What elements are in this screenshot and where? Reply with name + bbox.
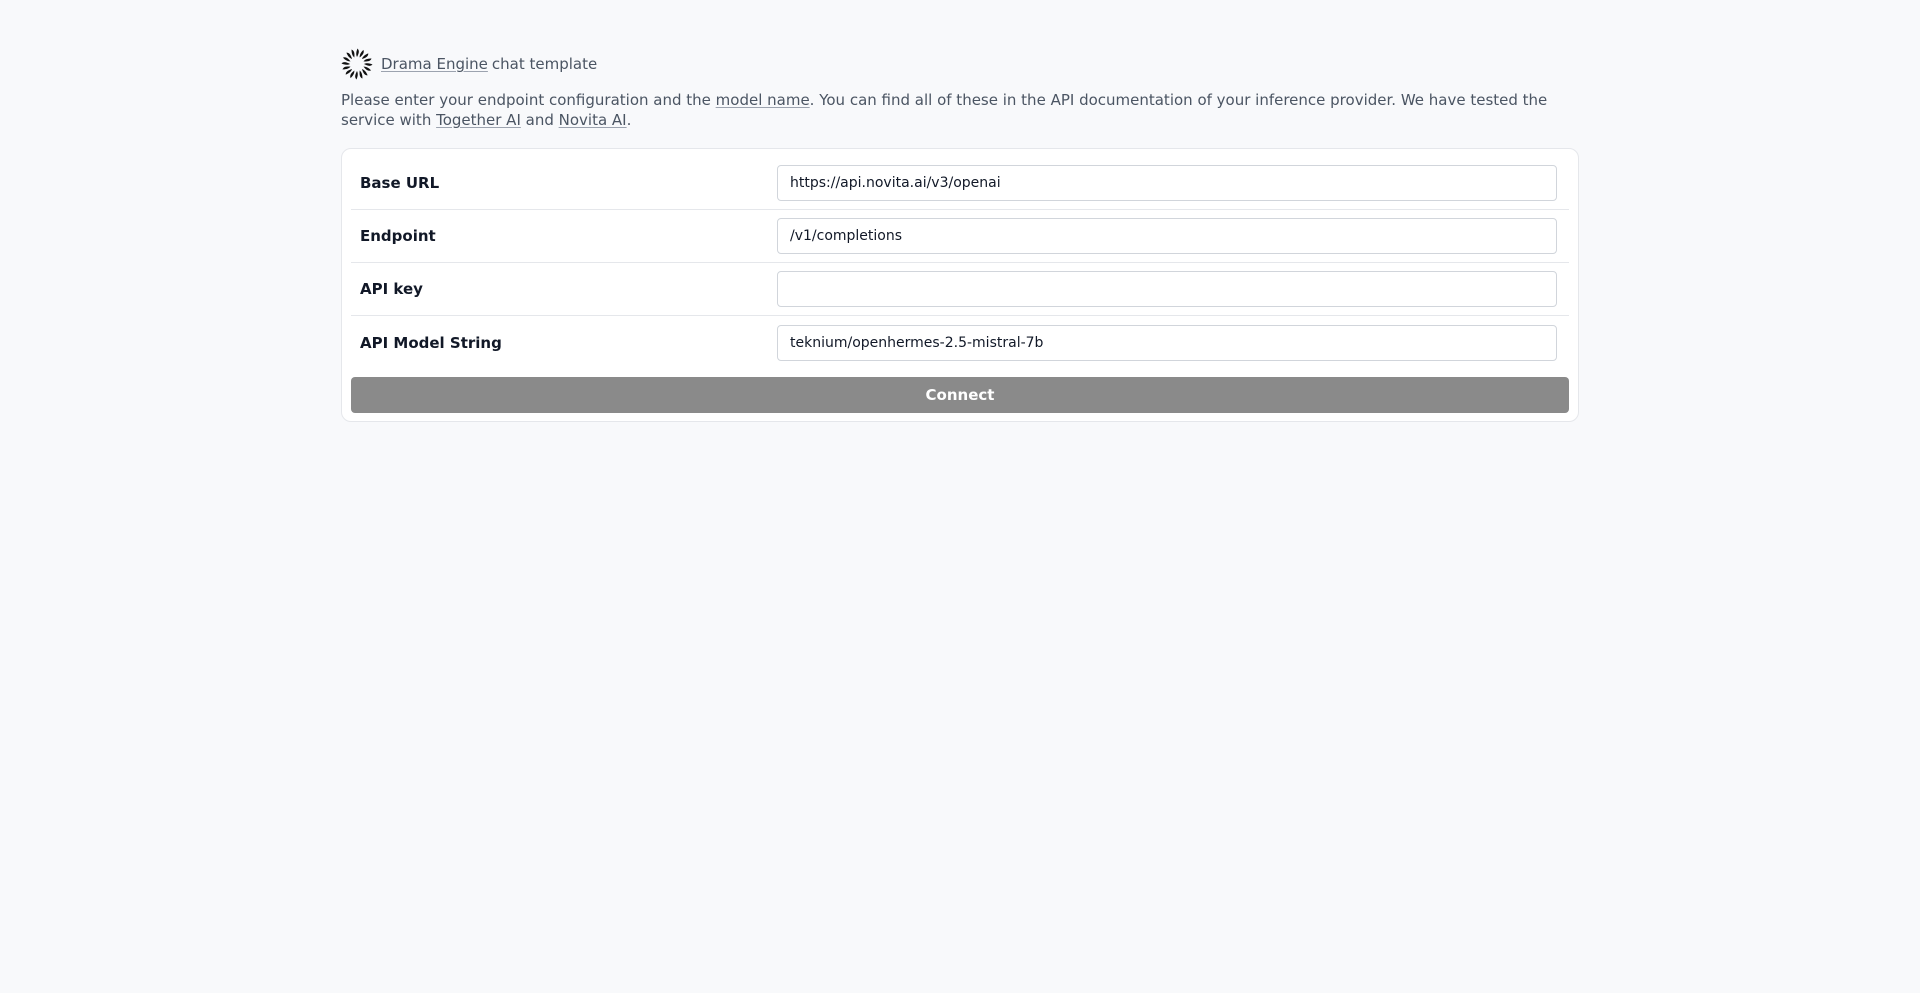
base-url-label: Base URL bbox=[360, 174, 440, 192]
api-key-input[interactable] bbox=[777, 271, 1557, 307]
model-string-label: API Model String bbox=[360, 333, 502, 352]
intro-text: Please enter your endpoint configuration… bbox=[341, 90, 1579, 130]
base-url-input[interactable] bbox=[777, 165, 1557, 201]
connect-button[interactable]: Connect bbox=[351, 377, 1569, 413]
model-string-row: API Model String bbox=[351, 316, 1569, 369]
intro-text-4: . bbox=[626, 111, 632, 129]
model-string-input[interactable] bbox=[777, 324, 1557, 361]
header: Drama Engine chat template bbox=[341, 48, 1579, 80]
intro-text-3: and bbox=[520, 111, 559, 129]
model-name-link[interactable]: model name bbox=[716, 91, 810, 109]
novita-ai-link[interactable]: Novita AI bbox=[559, 111, 627, 129]
api-key-row: API key bbox=[351, 263, 1569, 316]
config-card: Base URL Endpoint API key API Model Stri… bbox=[341, 148, 1579, 422]
sunburst-logo-icon bbox=[341, 48, 373, 80]
header-suffix: chat template bbox=[491, 55, 598, 73]
api-key-label: API key bbox=[360, 280, 423, 298]
intro-text-1: Please enter your endpoint configuration… bbox=[341, 91, 716, 109]
drama-engine-link[interactable]: Drama Engine bbox=[381, 55, 488, 73]
page-container: Drama Engine chat template Please enter … bbox=[341, 48, 1579, 422]
base-url-row: Base URL bbox=[351, 157, 1569, 210]
endpoint-row: Endpoint bbox=[351, 210, 1569, 263]
endpoint-input[interactable] bbox=[777, 218, 1557, 254]
together-ai-link[interactable]: Together AI bbox=[436, 111, 521, 129]
endpoint-label: Endpoint bbox=[360, 227, 436, 245]
